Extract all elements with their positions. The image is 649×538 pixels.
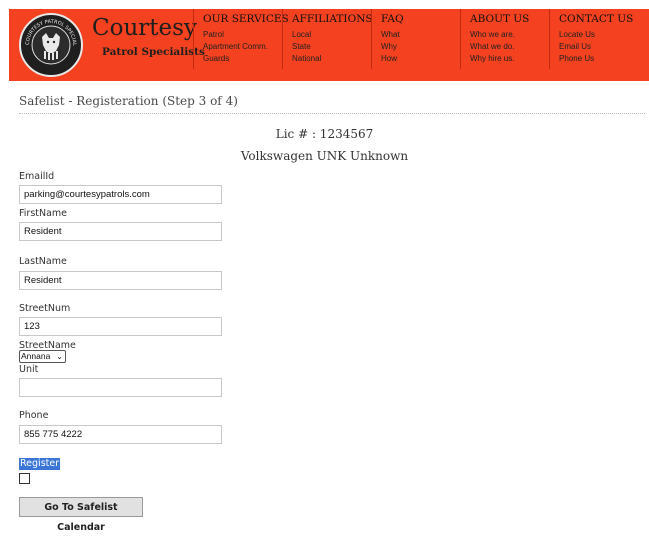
nav-about: ABOUT US Who we are. What we do. Why hir…	[460, 9, 549, 69]
nav-link-what-we-do[interactable]: What we do.	[470, 42, 514, 51]
streetnum-label: StreetNum	[19, 303, 71, 314]
logo[interactable]: COURTESY PATROL SPECIALISTS	[19, 13, 83, 77]
nav-link-who[interactable]: Who we are.	[470, 30, 515, 39]
nav-link-what[interactable]: What	[381, 30, 400, 39]
email-label: EmailId	[19, 171, 55, 182]
title-divider	[19, 113, 645, 114]
vehicle-description: Volkswagen UNK Unknown	[240, 149, 409, 163]
firstname-label: FirstName	[19, 208, 68, 219]
bulldog-logo-icon: COURTESY PATROL SPECIALISTS	[21, 15, 79, 73]
nav-faq: FAQ What Why How	[371, 9, 460, 69]
page-title: Safelist - Registeration (Step 3 of 4)	[19, 94, 238, 108]
brand-name[interactable]: Courtesy	[92, 15, 197, 41]
nav-affiliations: AFFILIATIONS Local State National	[282, 9, 373, 69]
nav-heading-faq[interactable]: FAQ	[381, 13, 404, 25]
license-number: Lic # : 1234567	[275, 127, 374, 141]
nav-heading-services[interactable]: OUR SERVICES	[203, 13, 289, 25]
site-header: COURTESY PATROL SPECIALISTS Courtesy Pat…	[9, 9, 649, 81]
unit-label: Unit	[19, 364, 39, 375]
unit-field[interactable]	[19, 378, 222, 397]
phone-label: Phone	[19, 410, 49, 421]
email-field[interactable]: parking@courtesypatrols.com	[19, 185, 222, 204]
nav-link-state[interactable]: State	[292, 42, 311, 51]
chevron-down-icon: ⌄	[56, 352, 63, 361]
nav-heading-contact[interactable]: CONTACT US	[559, 13, 633, 25]
nav-link-why-hire[interactable]: Why hire us.	[470, 54, 514, 63]
register-checkbox[interactable]	[19, 473, 30, 484]
nav-link-how[interactable]: How	[381, 54, 397, 63]
lastname-label: LastName	[19, 256, 67, 267]
streetname-select[interactable]: Annana ⌄	[19, 350, 66, 363]
lastname-field[interactable]: Resident	[19, 271, 222, 290]
streetname-selected: Annana	[21, 351, 51, 361]
nav-link-national[interactable]: National	[292, 54, 321, 63]
streetnum-field[interactable]: 123	[19, 317, 222, 336]
nav-link-phone[interactable]: Phone Us	[559, 54, 594, 63]
nav-link-locate[interactable]: Locate Us	[559, 30, 595, 39]
phone-field[interactable]: 855 775 4222	[19, 425, 222, 444]
nav-link-why[interactable]: Why	[381, 42, 397, 51]
nav-link-email[interactable]: Email Us	[559, 42, 591, 51]
safelist-calendar-button[interactable]: Go To Safelist Calendar	[19, 497, 143, 533]
nav-link-patrol[interactable]: Patrol	[203, 30, 224, 39]
firstname-field[interactable]: Resident	[19, 222, 222, 241]
brand-subtitle: Patrol Specialists	[102, 46, 205, 58]
nav-heading-affiliations[interactable]: AFFILIATIONS	[292, 13, 373, 25]
nav-services: OUR SERVICES Patrol Apartment Comm. Guar…	[193, 9, 289, 69]
register-label[interactable]: Register	[19, 458, 61, 470]
nav-contact: CONTACT US Locate Us Email Us Phone Us	[549, 9, 649, 69]
nav-link-apartment[interactable]: Apartment Comm.	[203, 42, 268, 51]
nav-link-guards[interactable]: Guards	[203, 54, 229, 63]
nav-link-local[interactable]: Local	[292, 30, 311, 39]
nav-heading-about[interactable]: ABOUT US	[470, 13, 529, 25]
